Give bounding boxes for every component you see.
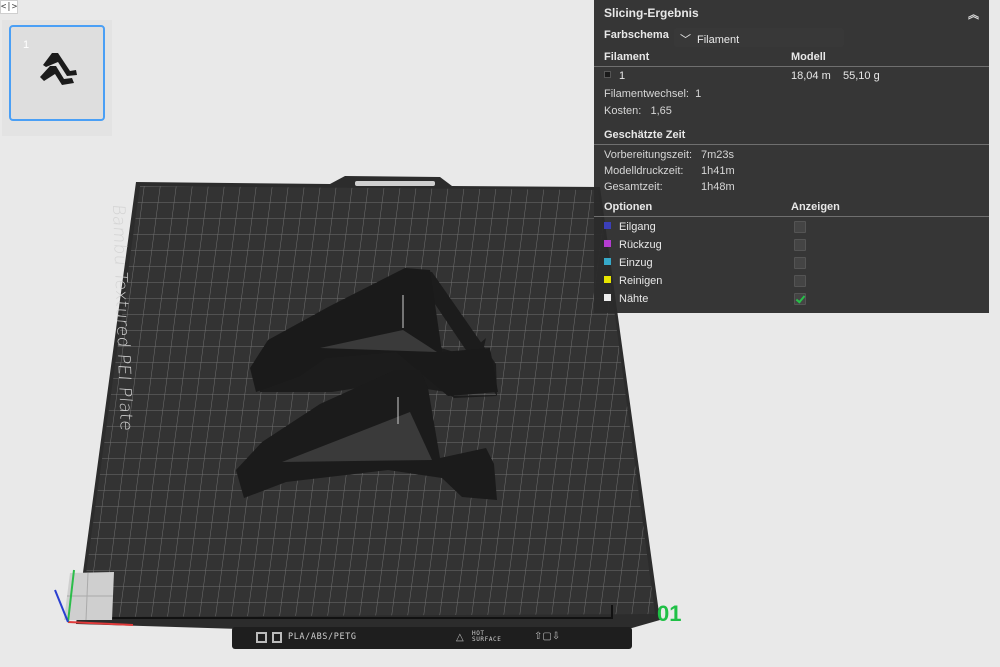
slicing-result-panel: Slicing-Ergebnis ︽ Farbschema ﹀ Filament … [594, 0, 989, 313]
option-label: Nähte [619, 293, 649, 305]
plate-info-bar: PLA/ABS/PETG △ HOT SURFACE ⇧▢⇩ [232, 627, 632, 649]
filament-header: Filament [604, 51, 650, 63]
option-label: Einzug [619, 257, 653, 269]
options-header: Optionen [604, 201, 653, 213]
show-retract-checkbox[interactable] [794, 239, 806, 251]
filament-usage: 18,04 m 55,10 g [791, 70, 880, 82]
prep-time-label: Vorbereitungszeit: [604, 149, 693, 161]
filament-changes-value: 1 [695, 88, 702, 100]
cost-label: Kosten: [604, 105, 642, 117]
option-retract: Rückzug [604, 239, 662, 251]
option-seams: Nähte [604, 293, 648, 305]
model-thumbnail-icon [40, 53, 77, 85]
cost-value: 1,65 [650, 105, 672, 117]
filament-row: 1 [604, 70, 625, 82]
temperature-icons: ⇧▢⇩ [534, 631, 561, 642]
plate-logo-icon [272, 632, 282, 643]
cost: Kosten: 1,65 [604, 105, 672, 117]
legend-swatch [604, 258, 611, 265]
filament-changes: Filamentwechsel: 1 [604, 88, 701, 100]
print-time-value: 1h41m [701, 165, 735, 177]
show-travel-checkbox[interactable] [794, 221, 806, 233]
color-scheme-label: Farbschema [604, 29, 669, 41]
option-unretract: Einzug [604, 257, 653, 269]
print-time-label: Modelldruckzeit: [604, 165, 684, 177]
divider [594, 66, 989, 67]
panel-title: Slicing-Ergebnis [604, 6, 699, 20]
divider [594, 216, 989, 217]
plate-thumbnail[interactable]: 1 [9, 25, 105, 121]
legend-swatch [604, 240, 611, 247]
show-wipe-checkbox[interactable] [794, 275, 806, 287]
filament-color-swatch [604, 71, 611, 78]
plate-list: 1 [2, 20, 112, 136]
chevron-down-icon: ﹀ [680, 34, 691, 46]
option-label: Reinigen [619, 275, 663, 287]
filament-id: 1 [619, 70, 626, 82]
show-header: Anzeigen [791, 201, 840, 213]
legend-swatch [604, 276, 611, 283]
divider [594, 144, 989, 145]
option-travel: Eilgang [604, 221, 656, 233]
filament-weight: 55,10 g [842, 70, 880, 82]
option-label: Eilgang [619, 221, 656, 233]
plate-handle [355, 181, 435, 186]
plate-number-label: 01 [657, 601, 682, 626]
collapse-up-icon[interactable]: ︽ [968, 6, 979, 21]
total-time-value: 1h48m [701, 181, 735, 193]
prep-time-value: 7m23s [701, 149, 735, 161]
total-time-label: Gesamtzeit: [604, 181, 663, 193]
estimated-time-title: Geschätzte Zeit [604, 129, 686, 141]
surface-line2: SURFACE [472, 636, 502, 643]
option-wipe: Reinigen [604, 275, 662, 287]
warning-icon: △ [456, 632, 464, 643]
legend-swatch [604, 222, 611, 229]
show-seams-checkbox[interactable] [794, 293, 806, 305]
show-unretract-checkbox[interactable] [794, 257, 806, 269]
qr-icon [256, 632, 267, 643]
model-header: Modell [791, 51, 826, 63]
color-scheme-value: Filament [697, 34, 740, 46]
plate-thumbnail-number: 1 [23, 39, 30, 51]
filament-changes-label: Filamentwechsel: [604, 88, 689, 100]
filament-length: 18,04 m [791, 70, 831, 82]
filament-types-label: PLA/ABS/PETG [288, 632, 357, 642]
legend-swatch [604, 294, 611, 301]
color-scheme-select[interactable]: ﹀ Filament [674, 28, 844, 47]
sidebar-toggle-button[interactable]: <|> [0, 0, 18, 14]
option-label: Rückzug [619, 239, 662, 251]
